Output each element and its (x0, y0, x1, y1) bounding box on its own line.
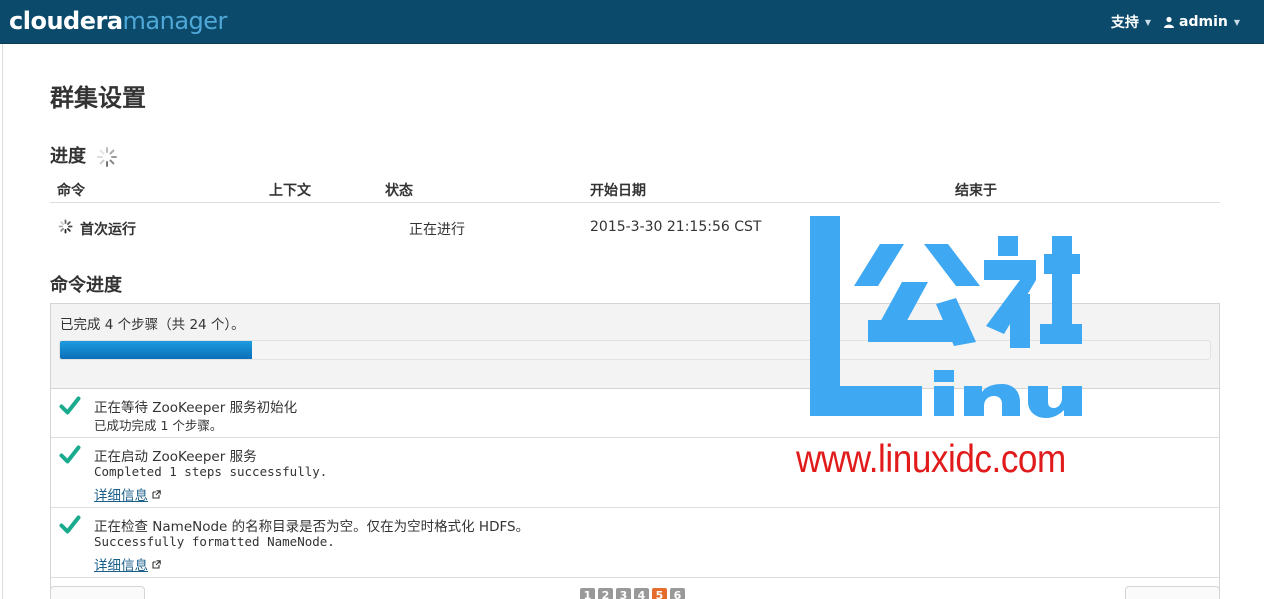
page-step-6[interactable]: 6 (670, 588, 685, 599)
watermark-url: www.linuxidc.com (796, 438, 1066, 481)
list-item: 正在检查 NameNode 的名称目录是否为空。仅在为空时格式化 HDFS。 S… (51, 508, 1219, 578)
step-message: Successfully formatted NameNode. (94, 534, 335, 549)
page-step-1[interactable]: 1 (580, 588, 595, 599)
steps-list[interactable]: 正在等待 ZooKeeper 服务初始化 已成功完成 1 个步骤。 正在启动 Z… (51, 388, 1219, 593)
progress-bar-fill (60, 341, 252, 359)
loading-spinner-icon (97, 147, 117, 167)
command-status: 正在进行 (409, 222, 465, 238)
top-navbar: clouderamanager 支持 ▼ admin ▼ (0, 0, 1264, 44)
column-header-command[interactable]: 命令 (57, 180, 85, 200)
logo-text-manager: manager (122, 7, 228, 35)
chevron-down-icon: ▼ (1144, 17, 1152, 27)
chevron-down-icon: ▼ (1233, 17, 1240, 27)
continue-button[interactable] (1125, 586, 1220, 599)
user-menu[interactable]: admin ▼ (1163, 14, 1240, 30)
command-start-date: 2015-3-30 21:15:56 CST (590, 219, 762, 235)
page-step-5[interactable]: 5 (652, 588, 667, 599)
command-name[interactable]: 首次运行 (80, 219, 136, 239)
details-link-label: 详细信息 (94, 488, 148, 504)
loading-spinner-icon (58, 219, 73, 234)
page-step-4[interactable]: 4 (634, 588, 649, 599)
user-icon (1164, 16, 1175, 28)
command-progress-heading: 命令进度 (50, 275, 122, 296)
checkmark-icon (59, 396, 81, 415)
support-menu-label: 支持 (1110, 15, 1139, 31)
step-title: 正在检查 NameNode 的名称目录是否为空。仅在为空时格式化 HDFS。 (94, 519, 530, 535)
checkmark-icon (59, 445, 81, 464)
external-link-icon (152, 490, 161, 499)
external-link-icon (152, 560, 161, 569)
table-row: 首次运行 正在进行 2015-3-30 21:15:56 CST (50, 204, 1220, 250)
progress-bar (59, 340, 1211, 360)
step-message: Completed 1 steps successfully. (94, 464, 328, 479)
checkmark-icon (59, 515, 81, 534)
steps-summary: 已完成 4 个步骤（共 24 个）。 (60, 317, 245, 333)
column-header-context[interactable]: 上下文 (269, 180, 311, 200)
progress-heading: 进度 (50, 146, 86, 167)
user-menu-label: admin (1179, 14, 1228, 30)
list-item: 正在等待 ZooKeeper 服务初始化 已成功完成 1 个步骤。 (51, 389, 1219, 438)
details-link[interactable]: 详细信息 (94, 554, 161, 574)
page-title: 群集设置 (50, 84, 146, 112)
step-message: 已成功完成 1 个步骤。 (94, 418, 223, 433)
step-pager: 123456 (580, 588, 685, 599)
column-header-status[interactable]: 状态 (385, 180, 413, 200)
page-step-3[interactable]: 3 (616, 588, 631, 599)
logo-text-cloudera: cloudera (9, 7, 123, 35)
column-header-end[interactable]: 结束于 (955, 180, 997, 200)
step-title: 正在等待 ZooKeeper 服务初始化 (94, 400, 298, 416)
back-button[interactable] (50, 586, 145, 599)
step-title: 正在启动 ZooKeeper 服务 (94, 449, 257, 465)
column-header-start-date[interactable]: 开始日期 (590, 180, 646, 200)
navbar-right: 支持 ▼ admin ▼ (1111, 0, 1240, 44)
details-link-label: 详细信息 (94, 558, 148, 574)
command-table-header: 命令 上下文 状态 开始日期 结束于 (50, 176, 1220, 203)
support-menu[interactable]: 支持 ▼ (1111, 12, 1151, 32)
cloudera-manager-logo[interactable]: clouderamanager (9, 4, 227, 38)
details-link[interactable]: 详细信息 (94, 484, 161, 504)
page-step-2[interactable]: 2 (598, 588, 613, 599)
